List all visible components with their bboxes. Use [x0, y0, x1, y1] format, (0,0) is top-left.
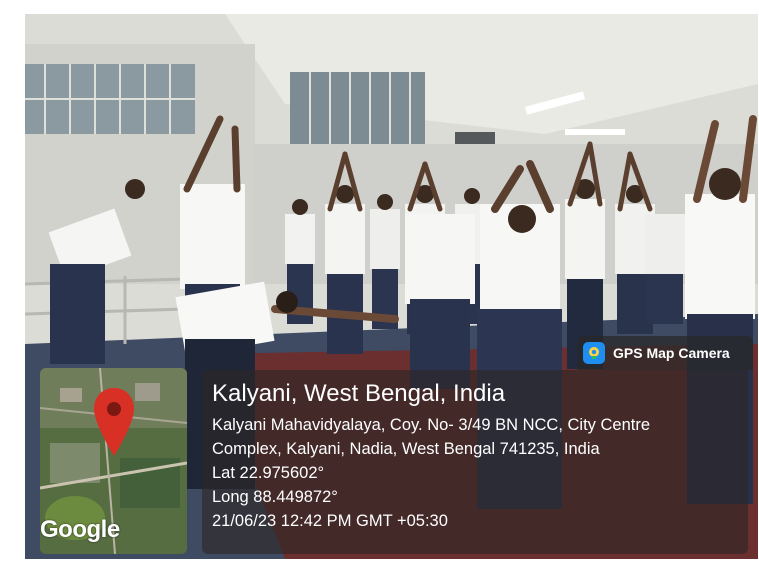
location-title: Kalyani, West Bengal, India	[212, 380, 506, 407]
longitude: Long 88.449872°	[212, 488, 338, 506]
latitude: Lat 22.975602°	[212, 464, 325, 482]
map-camera-icon	[583, 342, 605, 364]
timestamp: 21/06/23 12:42 PM GMT +05:30	[212, 512, 448, 530]
gps-map-camera-badge: GPS Map Camera	[577, 336, 753, 370]
location-info-box: Kalyani, West Bengal, India Kalyani Maha…	[202, 370, 748, 554]
location-pin-icon	[94, 388, 134, 456]
address-line-1: Kalyani Mahavidyalaya, Coy. No- 3/49 BN …	[212, 416, 651, 434]
address-line-2: Complex, Kalyani, Nadia, West Bengal 741…	[212, 440, 600, 458]
google-logo: Google	[40, 516, 120, 543]
map-thumbnail: Google	[40, 368, 187, 554]
badge-label: GPS Map Camera	[613, 345, 730, 361]
